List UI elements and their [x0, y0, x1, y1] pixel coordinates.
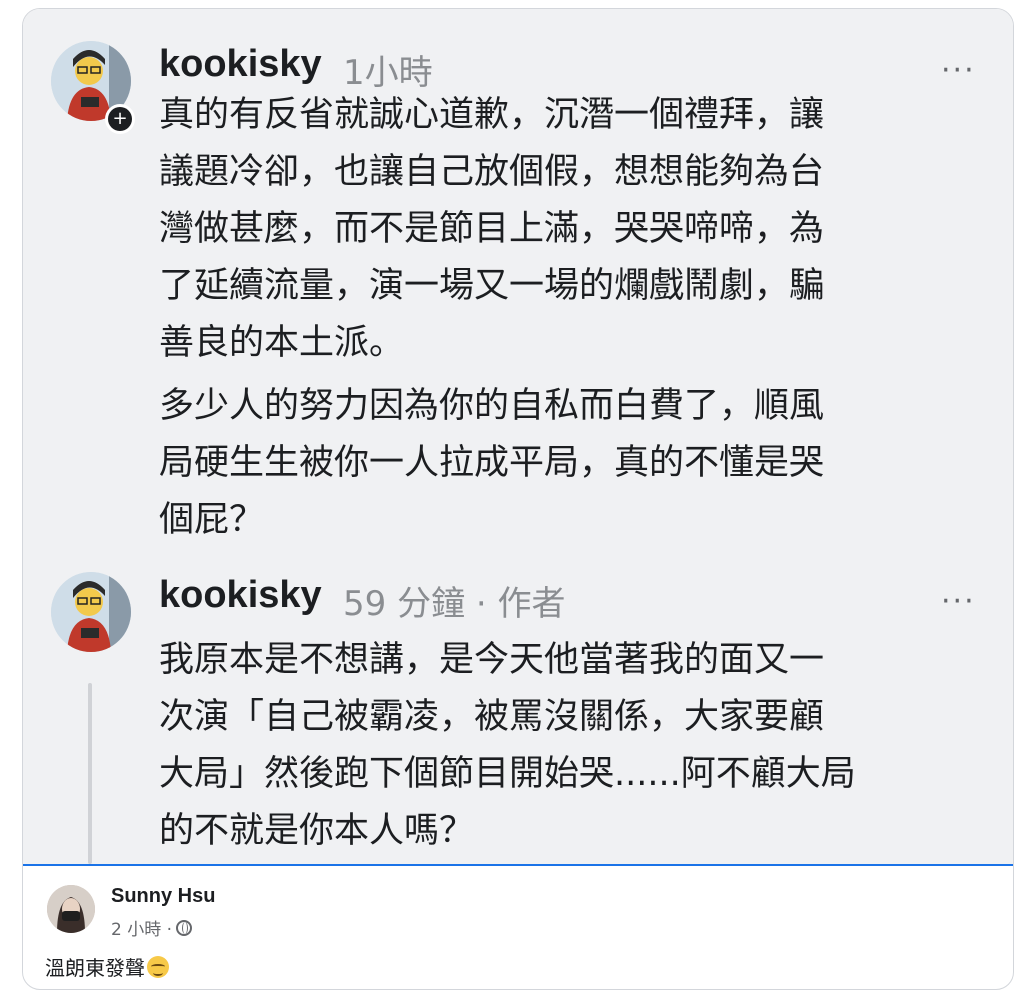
- comment-line: 議題冷卻，也讓自己放個假，想想能夠為台: [159, 152, 825, 192]
- reply-body: 我原本是不想講，是今天他當著我的面又一 次演「自己被霸凌，被罵沒關係，大家要顧 …: [159, 632, 856, 860]
- embedded-comment-screenshot: + kookisky 1小時 ··· 真的有反省就誠心道歉，沉潛一個禮拜，讓 議…: [23, 9, 1013, 864]
- post-meta: 2 小時 ·: [111, 915, 193, 940]
- reply-timestamp-author-label[interactable]: 59 分鐘 · 作者: [343, 576, 566, 625]
- reply-avatar[interactable]: [51, 572, 131, 652]
- post-timestamp[interactable]: 2 小時 ·: [111, 915, 172, 940]
- reply-line: 大局」然後跑下個節目開始哭......阿不顧大局: [159, 754, 856, 794]
- thread-connector-line: [88, 683, 92, 864]
- more-options-icon[interactable]: ···: [941, 56, 976, 86]
- post-author-name[interactable]: Sunny Hsu: [111, 885, 215, 908]
- comment-line: 了延續流量，演一場又一場的爛戲鬧劇，騙: [159, 266, 825, 306]
- comment-line: 個屁？: [159, 500, 265, 540]
- globe-icon[interactable]: [176, 919, 193, 936]
- comment-body: 真的有反省就誠心道歉，沉潛一個禮拜，讓 議題冷卻，也讓自己放個假，想想能夠為台 …: [159, 87, 824, 549]
- divider: [23, 864, 1013, 866]
- plus-icon: +: [108, 107, 132, 131]
- post-author-avatar[interactable]: [47, 885, 95, 933]
- reply-line: 次演「自己被霸凌，被罵沒關係，大家要顧: [159, 697, 825, 737]
- more-options-icon[interactable]: ···: [941, 587, 976, 617]
- add-friend-badge: +: [105, 104, 135, 134]
- comment-line: 多少人的努力因為你的自私而白費了，順風: [159, 386, 825, 426]
- comment-author-name[interactable]: kookisky: [159, 43, 322, 86]
- comment-line: 善良的本土派。: [159, 323, 405, 363]
- reply-line: 我原本是不想講，是今天他當著我的面又一: [159, 640, 825, 680]
- reply-author-name[interactable]: kookisky: [159, 574, 322, 617]
- comment-line: 真的有反省就誠心道歉，沉潛一個禮拜，讓: [159, 95, 825, 135]
- comment-line: 灣做甚麼，而不是節目上滿，哭哭啼啼，為: [159, 209, 825, 249]
- post-text-content: 溫朗東發聲: [45, 956, 145, 980]
- facebook-post-card: + kookisky 1小時 ··· 真的有反省就誠心道歉，沉潛一個禮拜，讓 議…: [22, 8, 1014, 990]
- relieved-face-emoji: [147, 955, 169, 978]
- post-text: 溫朗東發聲: [45, 952, 169, 981]
- reply-line: 的不就是你本人嗎？: [159, 811, 475, 851]
- comment-line: 局硬生生被你一人拉成平局，真的不懂是哭: [159, 443, 825, 483]
